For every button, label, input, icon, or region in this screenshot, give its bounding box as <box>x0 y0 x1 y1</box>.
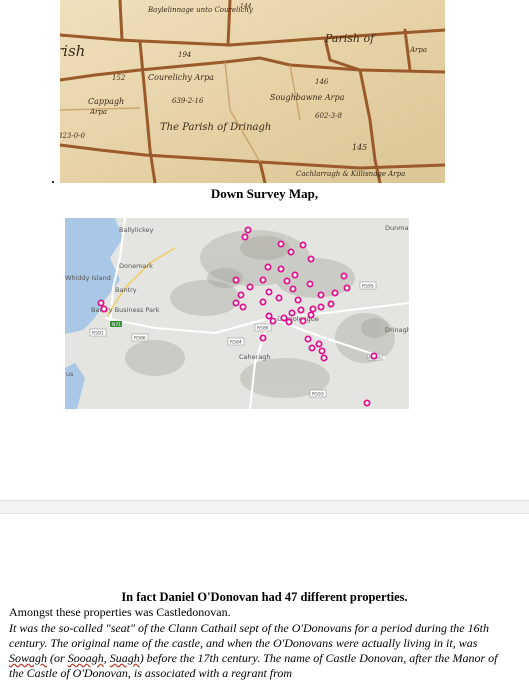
property-marker <box>285 318 293 326</box>
survey-label-cappagh: Cappagh <box>88 97 124 106</box>
property-marker <box>259 276 267 284</box>
castledonovan-description: It was the so-called "seat" of the Clann… <box>9 621 509 681</box>
survey-label-cachlarragh: Cachlarragh & Killisnage Arpa <box>296 170 405 178</box>
castledonovan-intro: Amongst these properties was Castledonov… <box>9 605 231 619</box>
property-marker <box>232 299 240 307</box>
property-marker <box>294 296 302 304</box>
property-marker <box>280 314 288 322</box>
road-r595: R595 <box>362 284 374 290</box>
property-marker <box>275 294 283 302</box>
survey-label-courelichy: Courelichy Arpa <box>148 73 214 82</box>
road-r586-east: R586 <box>257 326 269 332</box>
place-drinagh: Drinagh <box>385 326 409 334</box>
property-marker <box>306 280 314 288</box>
section-separator <box>0 500 529 514</box>
property-marker <box>363 399 371 407</box>
place-whiddy-island: Whiddy Island <box>65 274 111 282</box>
modern-map-image: Ballylickey Donemark Whiddy Island Bantr… <box>65 218 409 409</box>
spell-suagh: Suagh <box>109 651 140 665</box>
property-marker <box>288 309 296 317</box>
map-caption: Down Survey Map, <box>210 186 319 201</box>
property-marker <box>315 340 323 348</box>
property-marker <box>299 241 307 249</box>
property-marker <box>97 299 105 307</box>
survey-label-the-parish: The Parish of Drinagh <box>160 122 271 133</box>
place-dunmar: Dunmar <box>385 224 409 232</box>
road-r586-west: R586 <box>134 336 146 342</box>
survey-label-parish-of: Parish of <box>324 32 376 45</box>
survey-label-rish: rish <box>60 42 85 60</box>
survey-number-144: 144 <box>240 3 252 10</box>
property-marker <box>237 291 245 299</box>
road-r591: R591 <box>92 331 104 337</box>
property-marker <box>259 334 267 342</box>
place-ballylickey: Ballylickey <box>119 226 154 234</box>
desc-text-2: (or <box>47 651 68 665</box>
survey-label-sough-bawne: Soughbawne Arpa <box>270 93 345 102</box>
road-n71: N71 <box>112 322 121 328</box>
property-marker <box>309 305 317 313</box>
property-marker <box>307 311 315 319</box>
survey-cappagh-value: 323-0-0 <box>60 132 86 140</box>
bullet-dot <box>52 181 54 183</box>
place-bantry: Bantry <box>115 286 137 294</box>
property-marker <box>331 289 339 297</box>
property-marker <box>304 335 312 343</box>
property-marker <box>307 255 315 263</box>
survey-number-146: 146 <box>315 78 329 86</box>
property-marker <box>308 344 316 352</box>
property-marker <box>259 298 267 306</box>
survey-number-152: 152 <box>112 74 126 82</box>
property-marker <box>277 265 285 273</box>
property-marker <box>239 303 247 311</box>
survey-label-top-note: Baylelinnage unto Courelichy <box>147 6 254 14</box>
desc-text-1: It was the so-called "seat" of the Clann… <box>9 621 489 650</box>
property-marker <box>317 291 325 299</box>
place-us: us <box>66 370 74 378</box>
place-donemark: Donemark <box>119 262 153 270</box>
property-marker <box>287 248 295 256</box>
property-marker <box>327 300 335 308</box>
survey-courelichy-value: 639-2-16 <box>172 97 204 105</box>
road-r593-south: R593 <box>312 392 324 398</box>
property-marker <box>100 305 108 313</box>
property-marker <box>241 233 249 241</box>
document-page: rish Baylelinnage unto Courelichy Parish… <box>0 0 529 680</box>
property-marker <box>265 312 273 320</box>
property-marker <box>320 354 328 362</box>
property-marker <box>291 271 299 279</box>
survey-label-cappagh-arpa: Arpa <box>89 108 107 116</box>
place-caheragh: Caheragh <box>239 353 271 361</box>
property-marker <box>317 303 325 311</box>
down-survey-map-image: rish Baylelinnage unto Courelichy Parish… <box>60 0 445 183</box>
property-marker <box>264 263 272 271</box>
property-marker <box>343 284 351 292</box>
property-marker <box>283 277 291 285</box>
property-marker <box>370 352 378 360</box>
property-marker <box>289 285 297 293</box>
properties-heading: In fact Daniel O'Donovan had 47 differen… <box>121 590 408 604</box>
survey-label-arpa-top-right: Arpa <box>409 46 427 54</box>
property-marker <box>265 288 273 296</box>
property-marker <box>318 347 326 355</box>
property-marker <box>297 306 305 314</box>
survey-number-145: 145 <box>352 143 367 152</box>
survey-sough-value: 602-3-8 <box>315 112 343 120</box>
survey-number-194: 194 <box>178 51 191 59</box>
property-marker <box>244 226 252 234</box>
property-marker <box>246 283 254 291</box>
road-r584: R584 <box>230 340 242 346</box>
property-marker <box>269 317 277 325</box>
property-marker <box>299 317 307 325</box>
spell-sowagh: Sowagh <box>9 651 48 665</box>
property-marker <box>277 240 285 248</box>
property-marker <box>340 272 348 280</box>
property-marker <box>232 276 240 284</box>
spell-sooagh: Sooagh <box>67 651 104 665</box>
